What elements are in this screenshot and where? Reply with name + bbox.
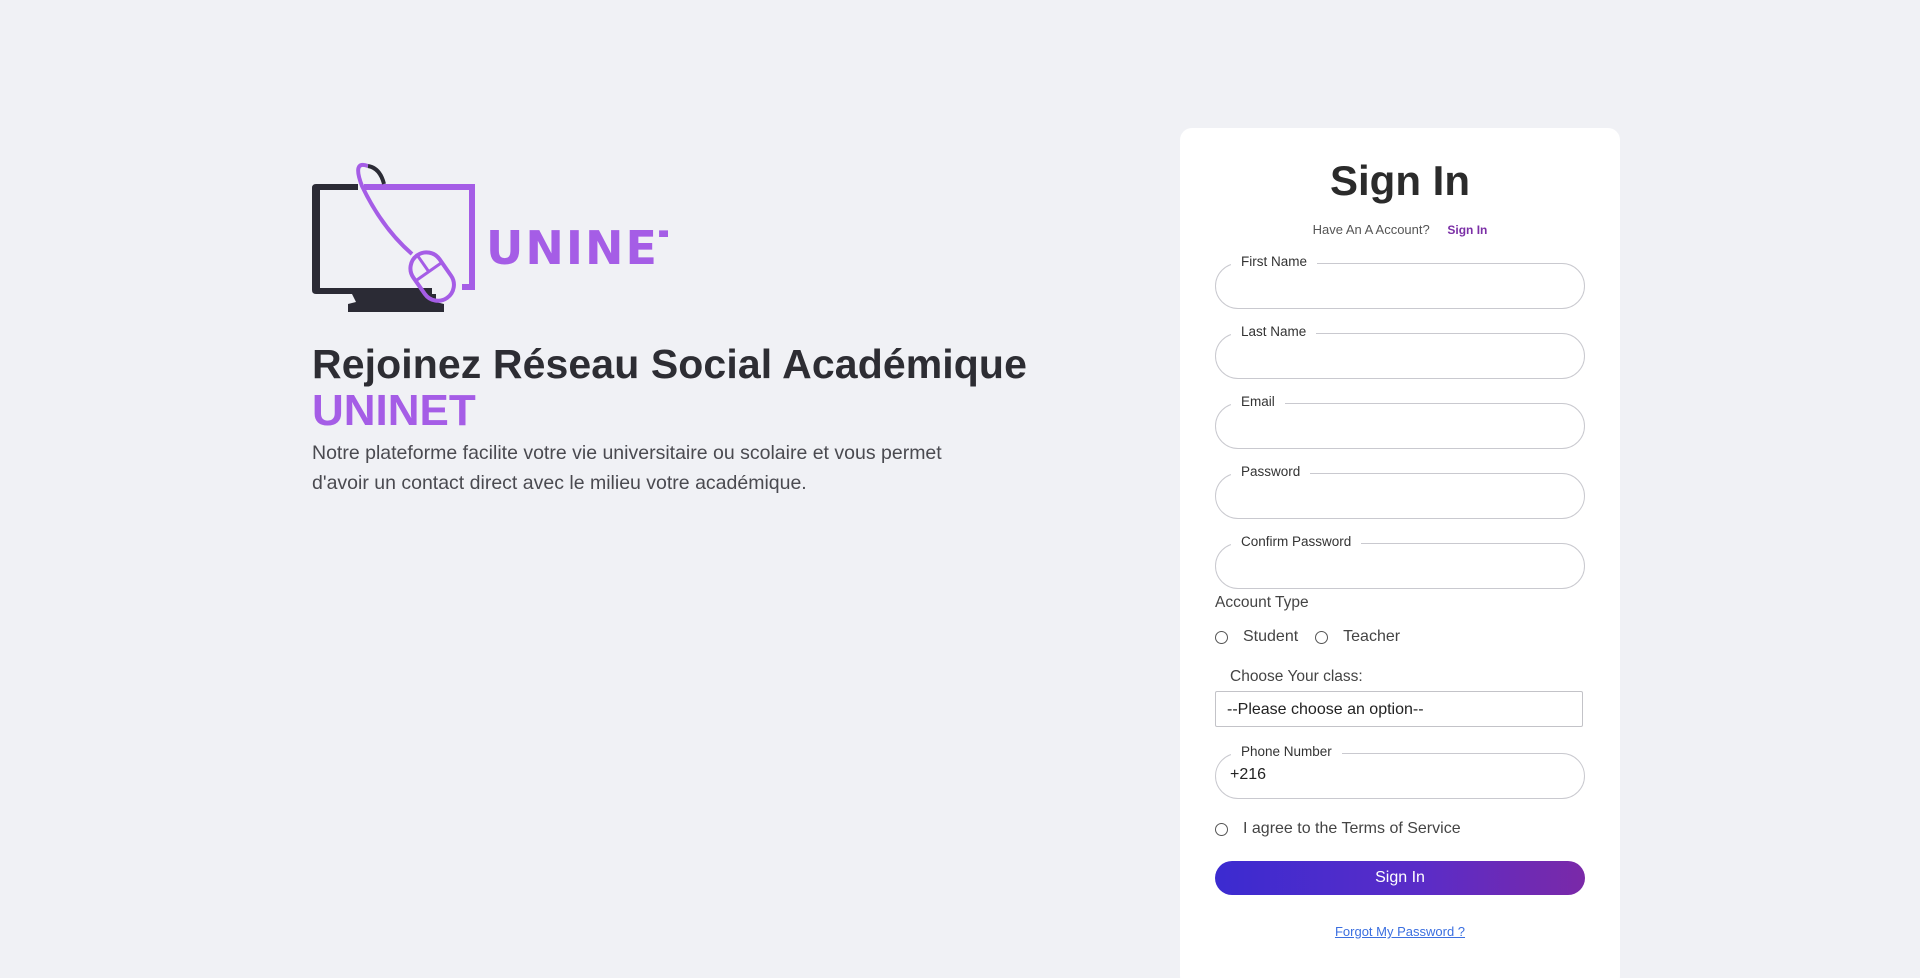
have-account-row: Have An A Account? Sign In	[1180, 222, 1620, 237]
first-name-label: First Name	[1231, 254, 1318, 270]
class-select[interactable]: --Please choose an option--	[1215, 691, 1583, 727]
page: UNINET Rejoinez Réseau Social Académique…	[0, 0, 1920, 978]
first-name-field[interactable]: First Name	[1215, 254, 1585, 309]
account-type-label: Account Type	[1215, 594, 1309, 611]
confirm-password-field[interactable]: Confirm Password	[1215, 534, 1585, 589]
student-radio-label[interactable]: Student	[1243, 628, 1298, 646]
phone-label: Phone Number	[1231, 744, 1342, 760]
phone-value: +216	[1230, 766, 1267, 783]
teacher-radio[interactable]	[1315, 630, 1329, 644]
terms-row: I agree to the Terms of Service	[1215, 820, 1478, 838]
student-radio[interactable]	[1215, 630, 1228, 644]
sign-in-button[interactable]: Sign In	[1215, 861, 1585, 895]
terms-checkbox[interactable]	[1215, 822, 1228, 836]
password-label: Password	[1231, 464, 1311, 480]
class-select-label: Choose Your class:	[1230, 668, 1363, 685]
teacher-radio-label[interactable]: Teacher	[1343, 628, 1400, 646]
hero-section: UNINET Rejoinez Réseau Social Académique…	[312, 158, 1032, 498]
hero-brand-name: UNINET	[312, 386, 476, 435]
hero-title: Rejoinez Réseau Social Académique	[312, 341, 1027, 387]
hero-description: Notre plateforme facilite votre vie univ…	[312, 442, 942, 494]
svg-text:UNINET: UNINET	[486, 221, 668, 275]
phone-field[interactable]: Phone Number +216	[1215, 744, 1585, 799]
password-field[interactable]: Password	[1215, 464, 1585, 519]
class-select-value: --Please choose an option--	[1227, 701, 1424, 718]
uninet-logo: UNINET	[312, 163, 668, 312]
account-type-options: Student Teacher	[1215, 628, 1417, 646]
email-field[interactable]: Email	[1215, 394, 1585, 449]
last-name-field[interactable]: Last Name	[1215, 324, 1585, 379]
forgot-password-link[interactable]: Forgot My Password ?	[1180, 924, 1620, 939]
email-label: Email	[1231, 394, 1285, 410]
terms-label[interactable]: I agree to the Terms of Service	[1243, 820, 1461, 838]
form-title: Sign In	[1330, 157, 1470, 204]
sign-in-link[interactable]: Sign In	[1447, 223, 1487, 237]
last-name-label: Last Name	[1231, 324, 1317, 340]
have-account-text: Have An A Account?	[1312, 222, 1430, 237]
signup-card: Sign In Have An A Account? Sign In First…	[1180, 128, 1620, 978]
confirm-password-label: Confirm Password	[1231, 534, 1362, 550]
